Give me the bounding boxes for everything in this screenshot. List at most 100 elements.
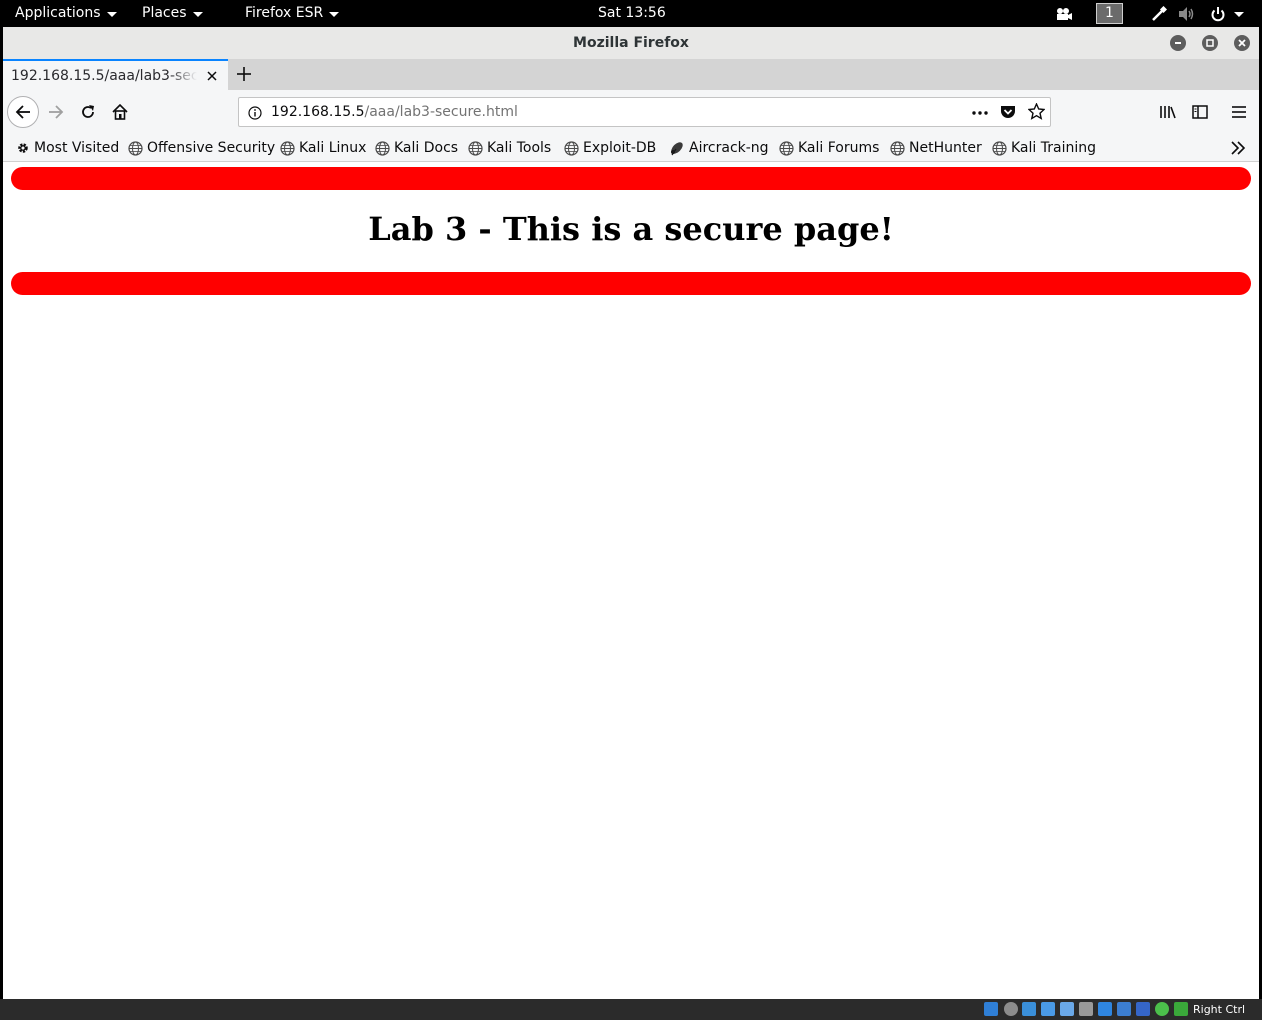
bookmark-label: NetHunter [909, 140, 982, 156]
pocket-icon[interactable] [1000, 104, 1016, 124]
bookmark-label: Kali Tools [487, 140, 552, 156]
bookmark-kali-training[interactable]: Kali Training [992, 134, 1096, 162]
clock[interactable]: Sat 13:56 [598, 0, 666, 27]
back-button[interactable] [7, 96, 39, 128]
network-icon[interactable] [1041, 1002, 1055, 1016]
reload-icon [82, 105, 94, 118]
new-tab-button[interactable] [233, 63, 255, 85]
library-button[interactable] [1152, 96, 1184, 128]
video-icon[interactable] [1055, 4, 1073, 23]
bookmark-label: Exploit-DB [583, 140, 657, 156]
bookmarks-toolbar: Most Visited Offensive Security Kali Lin… [3, 134, 1259, 162]
bookmark-label: Aircrack-ng [689, 140, 769, 156]
bookmark-most-visited[interactable]: Most Visited [16, 134, 119, 162]
app-menu-button[interactable] [1223, 96, 1255, 128]
hard-disk-icon[interactable] [984, 1002, 998, 1016]
bookmarks-overflow-button[interactable] [1230, 134, 1246, 162]
gnome-top-bar: Applications Places Firefox ESR Sat 13:5… [0, 0, 1262, 27]
bookmark-offensive-security[interactable]: Offensive Security [128, 134, 275, 162]
bookmark-label: Kali Docs [394, 140, 459, 156]
globe-icon [992, 140, 1007, 156]
bookmark-aircrack-ng[interactable]: Aircrack-ng [669, 134, 769, 162]
system-menu[interactable] [1206, 4, 1248, 23]
arrow-left-icon [15, 105, 30, 119]
reload-button[interactable] [72, 96, 104, 128]
bookmark-kali-linux[interactable]: Kali Linux [280, 134, 366, 162]
maximize-button[interactable] [1202, 35, 1218, 51]
top-red-rule [11, 167, 1251, 190]
minimize-button[interactable] [1170, 35, 1186, 51]
sidebar-icon [1192, 105, 1208, 119]
virtualbox-status-bar: Right Ctrl [0, 999, 1262, 1020]
chevron-down-icon [192, 12, 203, 17]
close-window-button[interactable] [1234, 35, 1250, 51]
bookmark-kali-tools[interactable]: Kali Tools [468, 134, 551, 162]
applications-menu[interactable]: Applications [15, 0, 117, 27]
url-path: /aaa/lab3-secure.html [364, 104, 518, 120]
url-bar[interactable]: 192.168.15.5/aaa/lab3-secure.html [238, 97, 1051, 127]
window-titlebar[interactable]: Mozilla Firefox [3, 27, 1259, 59]
bookmark-kali-docs[interactable]: Kali Docs [375, 134, 458, 162]
aircrack-icon [671, 142, 683, 156]
audio-icon[interactable] [1022, 1002, 1036, 1016]
globe-icon [375, 140, 390, 156]
globe-icon [128, 140, 143, 156]
plus-icon [237, 67, 251, 81]
home-icon [112, 104, 128, 120]
virtualization-icon[interactable] [1136, 1002, 1150, 1016]
optical-drive-icon[interactable] [1004, 1002, 1018, 1016]
url-host: 192.168.15.5 [271, 104, 365, 120]
app-menu[interactable]: Firefox ESR [245, 0, 340, 27]
guest-additions-icon[interactable] [1155, 1002, 1169, 1016]
bookmark-kali-forums[interactable]: Kali Forums [779, 134, 879, 162]
tab-title: 192.168.15.5/aaa/lab3-secure.html [11, 67, 197, 84]
shared-folders-icon[interactable] [1079, 1002, 1093, 1016]
page-actions-icon[interactable] [971, 105, 989, 124]
bookmark-nethunter[interactable]: NetHunter [890, 134, 982, 162]
host-key-label: Right Ctrl [1193, 1003, 1246, 1016]
network-wired-icon[interactable] [1150, 4, 1168, 23]
power-icon [1211, 6, 1225, 21]
chevron-down-icon [1234, 12, 1244, 17]
bookmark-label: Kali Forums [798, 140, 880, 156]
site-info-icon[interactable] [248, 105, 262, 124]
page-heading: Lab 3 - This is a secure page! [368, 210, 894, 248]
bookmark-label: Kali Linux [299, 140, 367, 156]
workspace-indicator[interactable]: 1 [1096, 3, 1123, 24]
globe-icon [280, 140, 295, 156]
bookmark-label: Most Visited [34, 140, 120, 156]
library-icon [1160, 106, 1176, 119]
hamburger-menu-icon [1232, 106, 1246, 118]
page-content: Lab 3 - This is a secure page! [3, 162, 1259, 999]
window-title: Mozilla Firefox [573, 35, 689, 51]
globe-icon [779, 140, 794, 156]
mouse-integration-icon[interactable] [1174, 1002, 1188, 1016]
url-text[interactable]: 192.168.15.5/aaa/lab3-secure.html [271, 98, 518, 126]
bottom-red-rule [11, 272, 1251, 295]
tab-lab3-secure[interactable]: 192.168.15.5/aaa/lab3-secure.html [3, 59, 228, 90]
bookmark-star-icon[interactable] [1027, 102, 1046, 124]
bookmark-exploit-db[interactable]: Exploit-DB [564, 134, 656, 162]
navigation-toolbar: 192.168.15.5/aaa/lab3-secure.html [3, 90, 1259, 134]
double-chevron-right-icon [1231, 141, 1246, 155]
globe-icon [564, 140, 579, 156]
volume-icon[interactable] [1178, 4, 1196, 23]
tab-strip: 192.168.15.5/aaa/lab3-secure.html [3, 59, 1259, 90]
globe-icon [468, 140, 483, 156]
gear-icon [18, 143, 28, 153]
forward-button[interactable] [40, 96, 72, 128]
chevron-down-icon [106, 12, 117, 17]
globe-icon [890, 140, 905, 156]
display-icon[interactable] [1098, 1002, 1112, 1016]
chevron-down-icon [329, 12, 340, 17]
tab-close-icon[interactable] [204, 68, 220, 84]
usb-icon[interactable] [1060, 1002, 1074, 1016]
applications-menu-label: Applications [15, 5, 101, 21]
home-button[interactable] [104, 96, 136, 128]
app-menu-label: Firefox ESR [245, 5, 324, 21]
places-menu[interactable]: Places [142, 0, 203, 27]
places-menu-label: Places [142, 5, 187, 21]
sidebar-button[interactable] [1184, 96, 1216, 128]
video-capture-icon[interactable] [1117, 1002, 1131, 1016]
bookmark-label: Kali Training [1011, 140, 1096, 156]
